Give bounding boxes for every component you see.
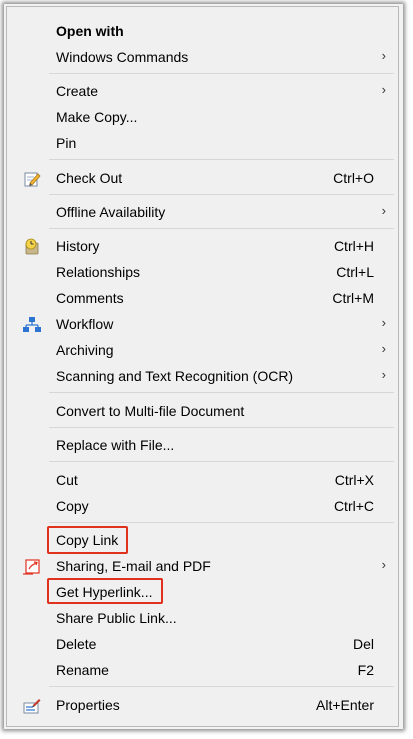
menu-item-relationships[interactable]: Relationships Ctrl+L [7,260,398,286]
chevron-right-icon: › [381,82,386,97]
menu-item-rename[interactable]: Rename F2 [7,658,398,684]
shortcut-text: Del [352,636,374,652]
menu-item-label: Rename [56,662,109,678]
chevron-right-icon: › [381,203,386,218]
highlight-box-copy-link [47,526,128,554]
menu-item-delete[interactable]: Delete Del [7,632,398,658]
menu-item-scanning-ocr[interactable]: Scanning and Text Recognition (OCR) › [7,364,398,390]
menu-item-label: Pin [56,135,77,151]
menu-item-comments[interactable]: Comments Ctrl+M [7,286,398,312]
menu-item-label: Share Public Link... [56,610,177,626]
separator [49,686,394,687]
separator [49,194,394,195]
menu-item-label: Offline Availability [56,204,166,220]
context-menu: Open with Windows Commands › Create › Ma… [6,6,399,727]
chevron-right-icon: › [381,341,386,356]
share-pdf-icon [23,559,40,575]
menu-item-history[interactable]: History Ctrl+H [7,234,398,260]
menu-item-label: Copy [56,498,89,514]
workflow-tree-icon [23,317,41,332]
menu-item-share-public-link[interactable]: Share Public Link... [7,606,398,632]
menu-item-windows-commands[interactable]: Windows Commands › [7,45,398,71]
menu-item-label: Create [56,83,99,99]
highlight-box-get-hyperlink [47,578,163,604]
separator [49,461,394,462]
menu-item-label: Open with [56,23,124,39]
menu-item-label: Make Copy... [56,109,138,125]
menu-item-replace-with-file[interactable]: Replace with File... [7,433,398,459]
shortcut-text: Ctrl+O [333,170,374,186]
menu-item-sharing-email-pdf[interactable]: Sharing, E-mail and PDF › [7,554,398,580]
properties-icon [23,699,41,714]
shortcut-text: Alt+Enter [316,697,374,713]
chevron-right-icon: › [381,557,386,572]
menu-item-label: Properties [56,697,120,713]
menu-item-properties[interactable]: Properties Alt+Enter [7,693,398,719]
menu-item-label: Replace with File... [56,437,175,453]
menu-item-offline-availability[interactable]: Offline Availability › [7,200,398,226]
menu-item-label: Relationships [56,264,141,280]
menu-item-label: Sharing, E-mail and PDF [56,558,211,574]
separator [49,522,394,523]
separator [49,427,394,428]
clock-history-icon [25,238,39,255]
menu-item-label: Check Out [56,170,123,186]
menu-item-label: Windows Commands [56,49,189,65]
menu-item-copy[interactable]: Copy Ctrl+C [7,494,398,520]
menu-item-cut[interactable]: Cut Ctrl+X [7,468,398,494]
menu-item-label: Cut [56,472,78,488]
pencil-note-icon [24,172,41,187]
menu-item-label: Workflow [56,316,114,332]
menu-item-workflow[interactable]: Workflow › [7,312,398,338]
shortcut-text: Ctrl+M [332,290,374,306]
menu-item-convert-multifile[interactable]: Convert to Multi-file Document [7,399,398,425]
menu-item-label: Archiving [56,342,114,358]
shortcut-text: Ctrl+C [333,498,374,514]
menu-item-label: Scanning and Text Recognition (OCR) [56,368,294,384]
separator [49,392,394,393]
menu-item-pin[interactable]: Pin [7,131,398,157]
shortcut-text: Ctrl+H [333,238,374,254]
menu-item-create[interactable]: Create › [7,79,398,105]
menu-item-label: Comments [56,290,124,306]
menu-item-label: Convert to Multi-file Document [56,403,245,419]
separator [49,228,394,229]
menu-item-label: History [56,238,100,254]
menu-item-check-out[interactable]: Check Out Ctrl+O [7,166,398,192]
menu-item-archiving[interactable]: Archiving › [7,338,398,364]
shortcut-text: F2 [357,662,374,678]
chevron-right-icon: › [381,315,386,330]
menu-item-label: Delete [56,636,97,652]
shortcut-text: Ctrl+X [334,472,374,488]
menu-item-make-copy[interactable]: Make Copy... [7,105,398,131]
chevron-right-icon: › [381,367,386,382]
shortcut-text: Ctrl+L [336,264,374,280]
menu-item-open-with[interactable]: Open with [7,19,398,45]
separator [49,159,394,160]
chevron-right-icon: › [381,48,386,63]
separator [49,73,394,74]
